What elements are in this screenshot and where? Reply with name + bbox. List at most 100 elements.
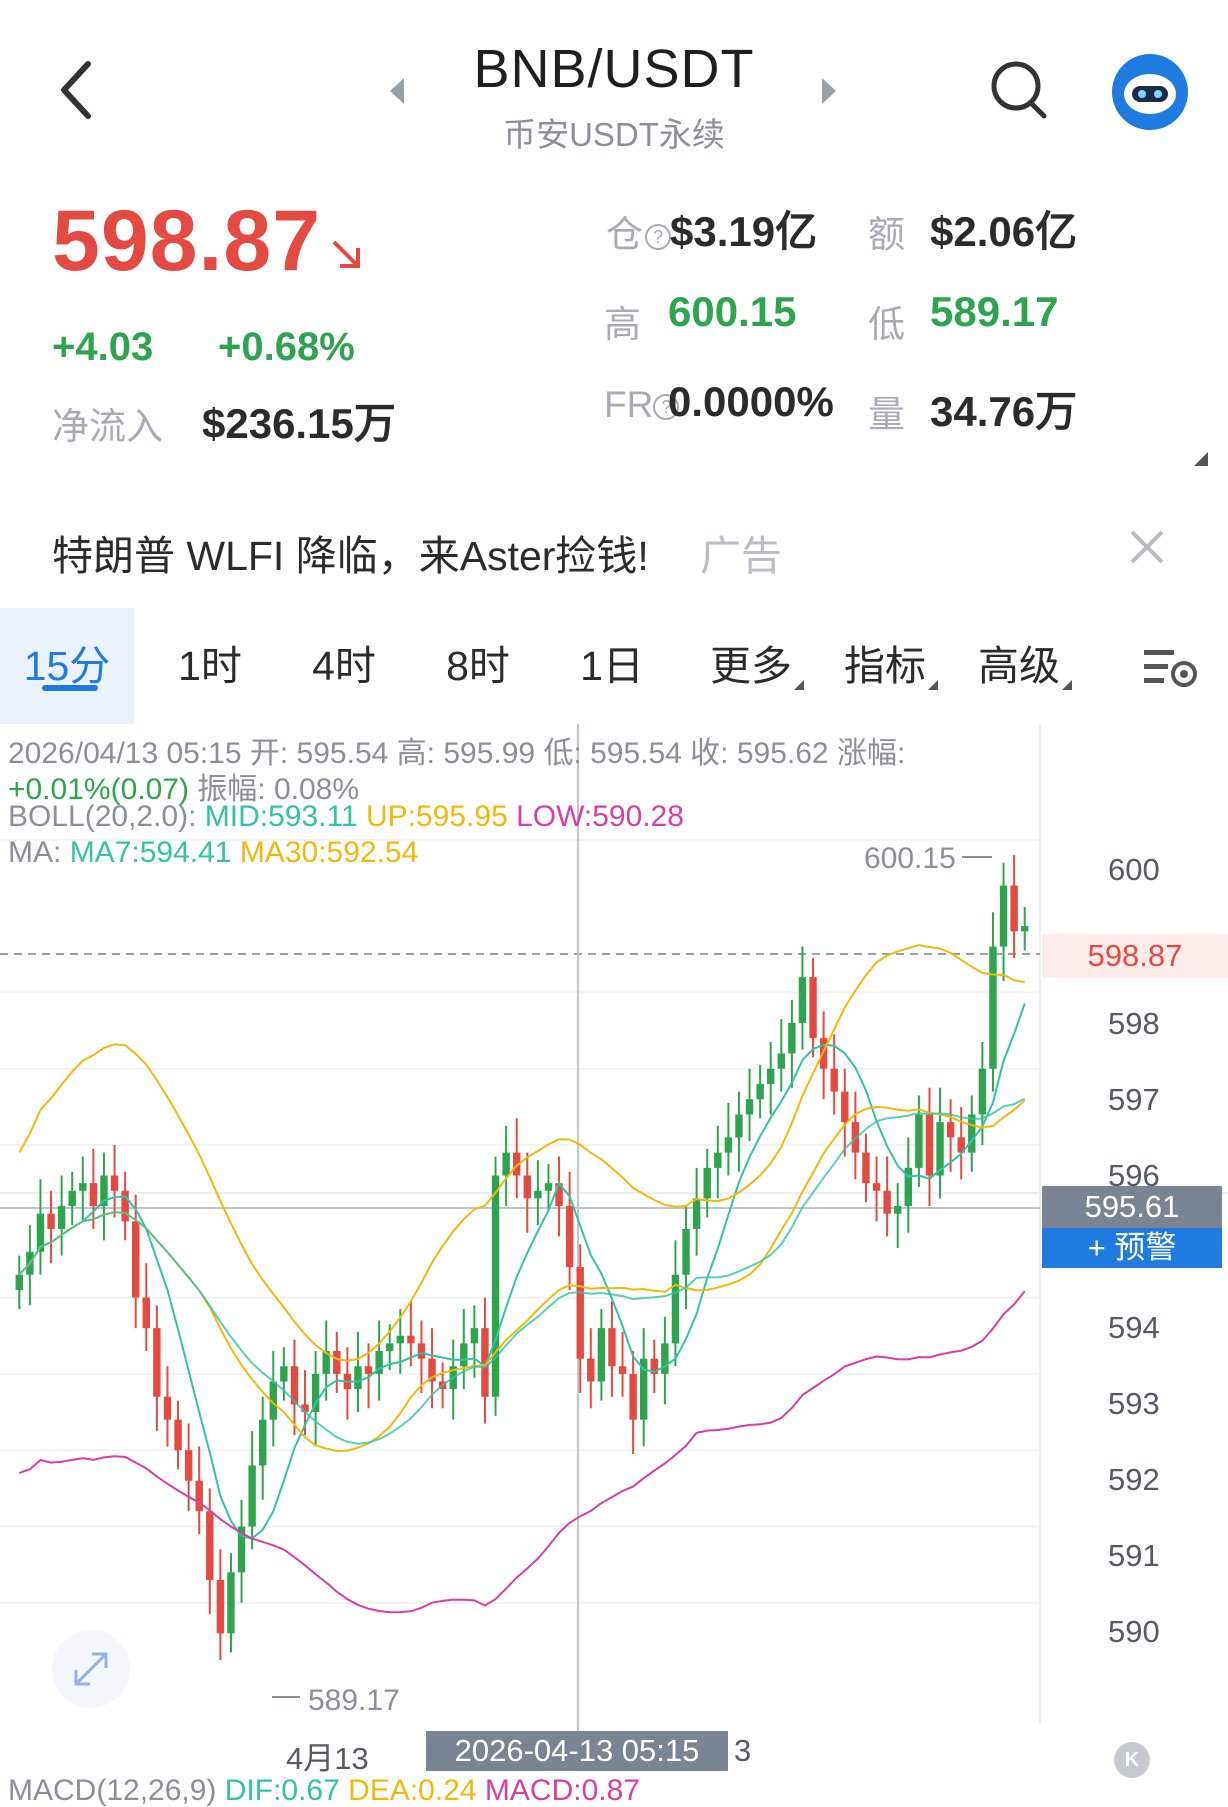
candle-body [386, 1343, 394, 1352]
expand-triangle-icon[interactable] [1194, 452, 1208, 466]
candle-body [999, 885, 1008, 947]
close-icon[interactable] [1128, 528, 1166, 566]
low-label: 低 [868, 304, 905, 345]
candle-body [280, 1366, 288, 1382]
next-pair-icon[interactable] [818, 76, 838, 106]
boll-lower-line [18, 1290, 1026, 1614]
candle-body [89, 1183, 98, 1207]
tab-advanced[interactable]: 高级 [964, 608, 1074, 724]
candle-body [396, 1335, 404, 1344]
candle-body [745, 1099, 754, 1115]
candle-body [15, 1274, 23, 1290]
candle-body [502, 1152, 510, 1176]
candle-body [491, 1175, 500, 1397]
candle-body [184, 1450, 193, 1481]
y-axis-label: 590 [1108, 1614, 1160, 1649]
candle-body [142, 1297, 150, 1329]
y-axis-label: 593 [1108, 1386, 1160, 1421]
volume-value: 34.76万 [930, 388, 1078, 435]
tab-1d[interactable]: 1日 [562, 608, 662, 724]
candle-body [68, 1190, 76, 1207]
y-axis-label: 597 [1108, 1082, 1160, 1117]
candle-body [132, 1221, 140, 1298]
k-badge-icon[interactable]: K [1114, 1742, 1150, 1778]
help-icon[interactable]: ? [645, 224, 671, 251]
tab-4h[interactable]: 4时 [294, 608, 394, 724]
x-axis-tail-label: 3 [734, 1733, 752, 1768]
low-marker-label: 589.17 [308, 1684, 400, 1717]
candle-body [57, 1206, 66, 1229]
low-value: 589.17 [930, 288, 1059, 335]
candle-body [417, 1343, 426, 1359]
candle-body [576, 1267, 584, 1359]
tab-8h[interactable]: 8时 [428, 608, 528, 724]
expand-arrows-icon [74, 1652, 108, 1686]
crosshair-price-tag: 595.61 [1042, 1186, 1222, 1228]
ma7-line [18, 1003, 1026, 1540]
candle-body [259, 1419, 267, 1466]
candle-body [629, 1373, 637, 1420]
candle-body [894, 1206, 902, 1214]
y-axis-label: 592 [1108, 1462, 1160, 1497]
candle-body [523, 1175, 531, 1199]
more-caret-icon [794, 680, 804, 690]
candle-body [989, 946, 997, 1069]
ad-text[interactable]: 特朗普 WLFI 降临，来Aster捡钱! [52, 522, 649, 582]
candle-body [544, 1183, 553, 1191]
candle-body [534, 1190, 542, 1199]
candle-body [968, 1114, 976, 1153]
candle-body [407, 1335, 415, 1344]
funding-rate-value: 0.0000% [668, 378, 834, 425]
active-tab-indicator [42, 685, 98, 691]
candle-body [925, 1114, 934, 1176]
high-value: 600.15 [668, 288, 797, 335]
macd-indicator-line: MACD(12,26,9) DIF:0.67 DEA:0.24 MACD:0.8… [8, 1774, 640, 1807]
net-inflow-label: 净流入 [52, 406, 163, 447]
candle-body [618, 1366, 627, 1374]
candle-body [153, 1328, 161, 1397]
candle-body [216, 1579, 225, 1634]
candle-body [915, 1114, 923, 1168]
candle-body [883, 1190, 891, 1214]
x-axis-date-label: 4月13 [286, 1741, 369, 1776]
y-axis-label: 594 [1108, 1310, 1160, 1345]
fullscreen-expand-button[interactable] [52, 1630, 130, 1708]
candle-body [333, 1351, 341, 1374]
candle-body [809, 977, 817, 1039]
candle-body [597, 1328, 606, 1382]
open-interest-label: 仓? [606, 204, 671, 258]
candle-body [565, 1206, 574, 1268]
candle-body [798, 977, 807, 1023]
candle-body [206, 1511, 214, 1580]
candle-body [1010, 885, 1018, 932]
candle-body [354, 1366, 362, 1390]
candle-body [661, 1343, 669, 1374]
tab-more[interactable]: 更多 [696, 608, 806, 724]
crosshair-date-tag: 2026-04-13 05:15 [426, 1731, 728, 1771]
open-interest-value: $3.19亿 [670, 208, 818, 255]
candle-body [735, 1114, 743, 1138]
candle-body [163, 1396, 172, 1420]
candle-body [872, 1183, 881, 1191]
search-icon[interactable] [988, 58, 1052, 122]
price-alert-button[interactable]: + 预警 [1042, 1228, 1222, 1268]
high-label: 高 [604, 304, 641, 345]
turnover-value: $2.06亿 [930, 208, 1078, 255]
advanced-caret-icon [1062, 680, 1072, 690]
candle-body [460, 1343, 468, 1367]
volume-label: 量 [868, 394, 905, 435]
candle-body [364, 1366, 373, 1374]
candle-body [714, 1152, 722, 1168]
candle-body [608, 1328, 616, 1367]
tab-1h[interactable]: 1时 [160, 608, 260, 724]
price-down-arrow-icon [332, 240, 360, 268]
tab-15m[interactable]: 15分 [0, 608, 134, 724]
candle-body [841, 1091, 849, 1123]
chart-settings-icon[interactable] [1142, 644, 1200, 692]
tab-indicators[interactable]: 指标 [830, 608, 940, 724]
candle-body [862, 1152, 870, 1184]
boll-indicator-line: BOLL(20,2.0): MID:593.11 UP:595.95 LOW:5… [8, 800, 684, 833]
candle-body [470, 1328, 479, 1344]
assistant-robot-icon[interactable] [1112, 54, 1188, 130]
last-price: 598.87 [52, 193, 322, 289]
